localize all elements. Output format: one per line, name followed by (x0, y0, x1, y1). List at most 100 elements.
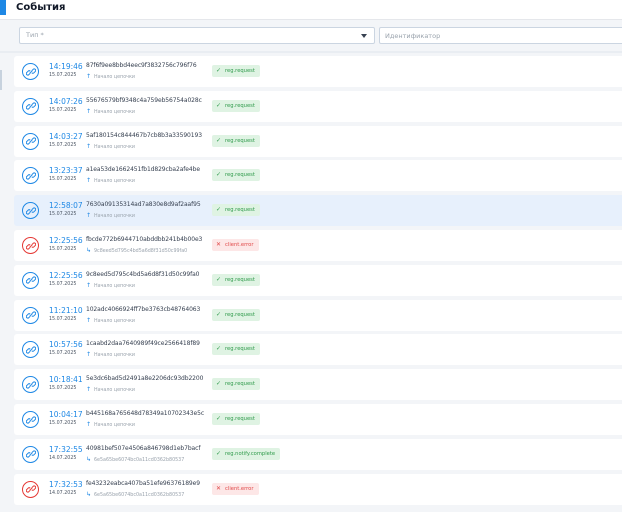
status-badge-label: client.error (225, 242, 254, 248)
status-badge-label: reg.request (225, 68, 255, 74)
event-row[interactable]: 11:21:10 15.07.2025 102adc4066924ff7be3763… (14, 299, 622, 331)
status-badge: ✓ reg.request (212, 99, 260, 112)
status-badge-label: reg.request (225, 381, 255, 388)
event-row[interactable]: 14:03:27 15.07.2025 5af180154c844467b7cb8b… (14, 125, 622, 157)
event-date: 14.07.2025 (49, 490, 77, 496)
event-time: 12:58:07 (49, 201, 83, 211)
link-icon[interactable] (22, 376, 39, 394)
event-id[interactable]: 9c8eed5d795c4bd5a6d8f31d50c99fa0 (86, 271, 200, 278)
event-sub-text: 6e5a65be6074bc0a11cd0362b80537 (94, 492, 185, 498)
check-icon: ✓ (216, 310, 222, 318)
status-badge: ✓ reg.request (212, 413, 260, 425)
event-row[interactable]: 17:32:53 14.07.2025 fe43232eabca407ba51efe… (14, 473, 622, 505)
link-icon[interactable] (22, 341, 39, 359)
event-sub-text: Начало цепочки (94, 353, 135, 359)
event-sub-text: Начало цепочки (94, 283, 135, 289)
status-badge: ✓ reg.request (212, 65, 260, 77)
status-badge: ✓ reg.request (212, 378, 260, 391)
event-date: 15.07.2025 (49, 386, 77, 392)
status-badge-label: reg.request (225, 416, 255, 422)
status-badge-label: reg.notify.complete (225, 450, 276, 457)
parent-event-link[interactable]: ↳ 9c8eed5d795c4bd5a6d8f31d50c99fa0 (86, 247, 187, 254)
status-badge-label: reg.request (225, 137, 255, 144)
type-select-placeholder: Тип * (26, 31, 44, 39)
event-row[interactable]: 12:58:07 15.07.2025 7630a09135314ad7a830e8… (14, 195, 622, 227)
page-title: События (16, 2, 66, 13)
check-icon: ✓ (216, 415, 222, 422)
chevron-down-icon[interactable] (361, 34, 367, 38)
cross-icon: ✕ (216, 241, 222, 248)
event-id[interactable]: 55676579bf9348c4a759eb56754a028c (86, 97, 202, 104)
event-row[interactable]: 14:07:26 15.07.2025 55676579bf9348c4a759eb… (14, 90, 622, 122)
link-icon[interactable] (22, 167, 39, 185)
arrow-up-icon: ↑ (86, 316, 92, 324)
status-badge-label: reg.request (225, 311, 255, 318)
divider (0, 51, 622, 53)
link-icon[interactable] (22, 202, 39, 220)
event-row[interactable]: 14:19:46 15.07.2025 87f6f9ee8bbd4eec9f3832… (14, 56, 622, 87)
chain-start-label: ↑ Начало цепочки (86, 143, 135, 150)
event-id[interactable]: fbcde772b6944710abddbb241b4b00e3 (86, 236, 202, 243)
event-id[interactable]: 102adc4066924ff7be3763cb48764063 (86, 306, 200, 313)
event-date: 15.07.2025 (49, 73, 77, 78)
link-icon[interactable] (22, 63, 39, 80)
status-badge: ✓ reg.request (212, 169, 260, 182)
event-row[interactable]: 10:04:17 15.07.2025 b445168a765648d78349a1… (14, 404, 622, 435)
chain-start-label: ↑ Начало цепочки (86, 386, 135, 393)
status-badge: ✕ client.error (212, 239, 259, 251)
arrow-return-icon: ↳ (86, 490, 92, 498)
arrow-up-icon: ↑ (86, 421, 92, 428)
chain-start-label: ↑ Начало цепочки (86, 212, 135, 219)
event-row[interactable]: 17:32:55 14.07.2025 40981bef507e4506a84679… (14, 438, 622, 470)
event-id[interactable]: 40981bef507e4506a846798d1eb7bacf (86, 445, 200, 452)
check-icon: ✓ (216, 206, 222, 214)
event-sub-text: Начало цепочки (94, 318, 135, 324)
event-id[interactable]: a1ea53de1662451fb1d829cba2afe4be (86, 166, 200, 173)
event-sub-text: Начало цепочки (94, 144, 135, 150)
check-icon: ✓ (216, 380, 222, 388)
event-row[interactable]: 12:25:56 15.07.2025 9c8eed5d795c4bd5a6d8f3… (14, 264, 622, 296)
link-icon[interactable] (22, 445, 39, 463)
event-id[interactable]: 7630a09135314ad7a830e8d9af2aaf95 (86, 201, 201, 208)
link-icon[interactable] (22, 132, 39, 150)
status-badge: ✓ reg.notify.complete (212, 447, 281, 460)
event-date: 15.07.2025 (49, 281, 77, 287)
link-icon[interactable] (22, 480, 39, 498)
link-icon[interactable] (22, 411, 39, 428)
identifier-input[interactable] (379, 27, 622, 44)
link-icon[interactable] (22, 271, 39, 289)
event-id[interactable]: fe43232eabca407ba51efe96376189e9 (86, 480, 200, 487)
cross-icon: ✕ (216, 484, 222, 492)
arrow-up-icon: ↑ (86, 386, 92, 394)
check-icon: ✓ (216, 275, 222, 283)
parent-event-link[interactable]: ↳ 6e5a65be6074bc0a11cd0362b80537 (86, 456, 184, 463)
event-id[interactable]: 1caabd2daa7640989f49ce2566418f89 (86, 340, 200, 347)
link-icon[interactable] (22, 97, 39, 115)
event-date: 15.07.2025 (49, 177, 77, 183)
chain-start-label: ↑ Начало цепочки (86, 421, 135, 428)
event-date: 15.07.2025 (49, 351, 77, 357)
event-row[interactable]: 10:57:56 15.07.2025 1caabd2daa7640989f49ce… (14, 334, 622, 366)
event-row[interactable]: 10:18:41 15.07.2025 5e3dc6bad5d2491a8e2206… (14, 369, 622, 401)
type-select[interactable]: Тип * (19, 27, 375, 44)
parent-event-link[interactable]: ↳ 6e5a65be6074bc0a11cd0362b80537 (86, 491, 184, 498)
link-icon[interactable] (22, 237, 39, 254)
event-time: 14:03:27 (49, 131, 83, 141)
event-row[interactable]: 13:23:37 15.07.2025 a1ea53de1662451fb1d829… (14, 160, 622, 192)
event-id[interactable]: 87f6f9ee8bbd4eec9f3832756c796f76 (86, 62, 197, 69)
arrow-up-icon: ↑ (86, 281, 92, 289)
event-time: 11:21:10 (49, 305, 83, 315)
event-id[interactable]: b445168a765648d78349a10702343e5c (86, 410, 204, 417)
event-id[interactable]: 5af180154c844467b7cb8b3a33590193 (86, 132, 202, 139)
event-row[interactable]: 12:25:56 15.07.2025 fbcde772b6944710abddbb… (14, 230, 622, 261)
event-time: 10:57:56 (49, 340, 83, 350)
arrow-up-icon: ↑ (86, 351, 92, 359)
check-icon: ✓ (216, 67, 222, 74)
link-icon[interactable] (22, 306, 39, 324)
event-time: 12:25:56 (49, 236, 83, 245)
event-date: 15.07.2025 (49, 421, 77, 426)
scroll-indicator (0, 70, 2, 90)
status-badge-label: client.error (225, 485, 254, 492)
event-id[interactable]: 5e3dc6bad5d2491a8e2206dc93db2200 (86, 375, 203, 382)
status-badge: ✓ reg.request (212, 343, 260, 356)
